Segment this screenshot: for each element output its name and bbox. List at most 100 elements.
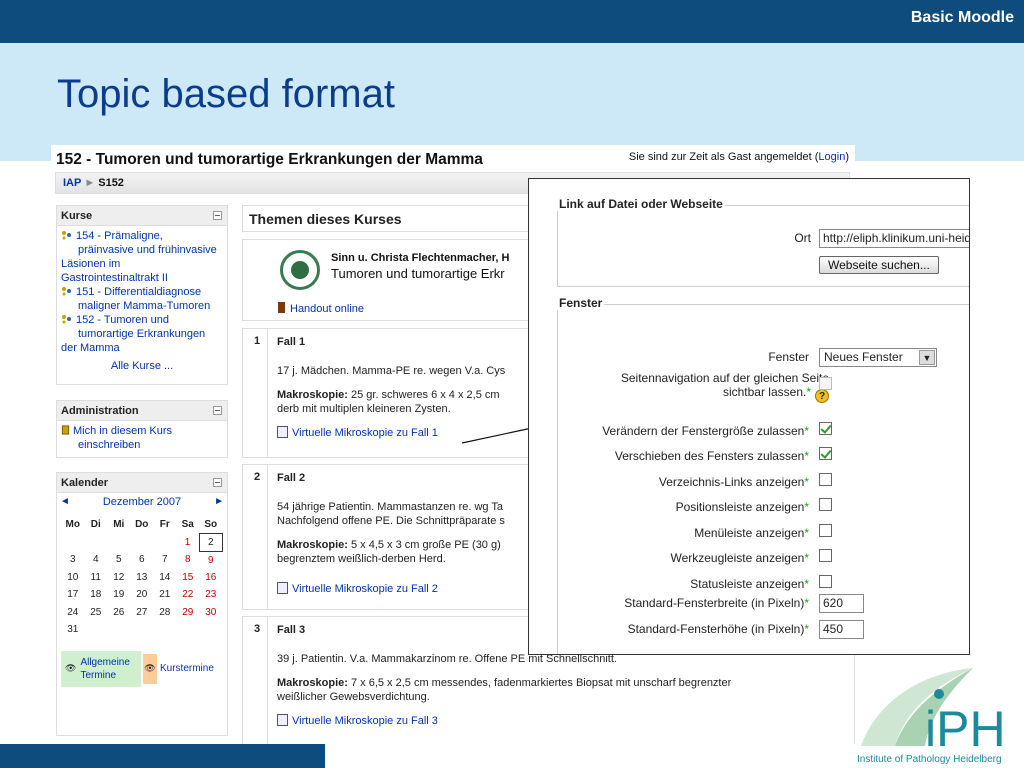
logo-subtitle: Institute of Pathology Heidelberg xyxy=(857,754,1002,765)
calendar-grid: Mo Di Mi Do Fr Sa So 1 2 3 4 5 6 7 8 9 10 11 12 13 14 15 16 17… xyxy=(61,516,223,639)
calendar-day[interactable]: 11 xyxy=(84,569,107,587)
calendar-empty-cell xyxy=(199,621,222,639)
calendar-empty-cell xyxy=(107,621,130,639)
calendar-day[interactable]: 3 xyxy=(61,551,84,569)
calendar-day[interactable]: 12 xyxy=(107,569,130,587)
calendar-day[interactable]: 1 xyxy=(176,534,199,552)
calendar-day[interactable]: 23 xyxy=(199,586,222,604)
window-option-checkbox[interactable] xyxy=(819,422,832,435)
breadcrumb-iap-link[interactable]: IAP xyxy=(63,177,81,189)
window-option-checkbox[interactable] xyxy=(819,377,832,390)
slide-title: Topic based format xyxy=(57,72,395,116)
calendar-day[interactable]: 24 xyxy=(61,604,84,622)
virtual-microscopy-link-3[interactable]: Virtuelle Mikroskopie zu Fall 3 xyxy=(277,714,845,728)
window-option-checkbox[interactable] xyxy=(819,524,832,537)
login-link[interactable]: Login xyxy=(818,151,845,163)
calendar-day[interactable]: 27 xyxy=(130,604,153,622)
document-icon xyxy=(277,714,288,726)
calendar-day[interactable]: 5 xyxy=(107,551,130,569)
calendar-day[interactable]: 2 xyxy=(198,533,223,552)
course-link-151[interactable]: 151 - Differentialdiagnose maligner Mamm… xyxy=(61,285,223,313)
calendar-day[interactable]: 22 xyxy=(176,586,199,604)
calendar-day[interactable]: 14 xyxy=(153,569,176,587)
weekday-header: So xyxy=(204,519,218,530)
calendar-empty-cell xyxy=(84,621,107,639)
calendar-day[interactable]: 15 xyxy=(176,569,199,587)
all-courses-link[interactable]: Alle Kurse ... xyxy=(111,360,173,372)
calendar-empty-cell xyxy=(61,534,84,552)
calendar-day[interactable]: 25 xyxy=(84,604,107,622)
resource-settings-popup: Link auf Datei oder Webseite Ort http://… xyxy=(528,178,970,655)
location-label: Ort xyxy=(794,231,811,245)
collapse-icon[interactable] xyxy=(213,406,222,415)
document-icon xyxy=(277,426,288,438)
width-label: Standard-Fensterbreite (in Pixeln) xyxy=(624,596,805,610)
help-icon[interactable]: ? xyxy=(815,389,829,403)
window-option-checkbox[interactable] xyxy=(819,447,832,460)
logo-text: iPH xyxy=(925,701,1006,757)
calendar-day[interactable]: 19 xyxy=(107,586,130,604)
weekday-header: Sa xyxy=(181,519,194,531)
collapse-icon[interactable] xyxy=(213,211,222,220)
book-icon xyxy=(278,302,285,313)
calendar-day[interactable]: 20 xyxy=(130,586,153,604)
calendar-day[interactable]: 7 xyxy=(153,551,176,569)
calendar-day[interactable]: 13 xyxy=(130,569,153,587)
calendar-day[interactable]: 6 xyxy=(130,551,153,569)
window-option-row: Verschieben des Fensters zulassen* xyxy=(529,445,969,467)
calendar-empty-cell xyxy=(153,534,176,552)
window-option-checkbox[interactable] xyxy=(819,575,832,588)
window-option-checkbox[interactable] xyxy=(819,549,832,562)
width-input[interactable]: 620 xyxy=(819,594,864,613)
calendar-month-link[interactable]: Dezember 2007 xyxy=(57,496,227,508)
calendar-day[interactable]: 26 xyxy=(107,604,130,622)
calendar-day[interactable]: 16 xyxy=(199,569,222,587)
legend-course-events[interactable]: 👁 Kurstermine xyxy=(141,650,221,687)
calendar-day[interactable]: 29 xyxy=(176,604,199,622)
handout-link[interactable]: Handout online xyxy=(278,302,364,315)
window-select[interactable]: Neues Fenster ▼ xyxy=(819,348,937,367)
height-input[interactable]: 450 xyxy=(819,620,864,639)
calendar-empty-cell xyxy=(84,534,107,552)
window-option-checkbox[interactable] xyxy=(819,498,832,511)
iph-logo: iPH Institute of Pathology Heidelberg xyxy=(857,668,1006,765)
window-option-row: Positionsleiste anzeigen* xyxy=(529,496,969,518)
window-option-label: Verändern der Fenstergröße zulassen* xyxy=(602,424,809,438)
calendar-day[interactable]: 31 xyxy=(61,621,84,639)
breadcrumb-separator: ► xyxy=(84,177,96,189)
calendar-day[interactable]: 30 xyxy=(199,604,222,622)
window-legend: Fenster xyxy=(557,296,605,310)
calendar-empty-cell xyxy=(130,534,153,552)
enrol-link[interactable]: Mich in diesem Kurs einschreiben xyxy=(61,424,223,452)
calendar-day[interactable]: 28 xyxy=(153,604,176,622)
calendar-empty-cell xyxy=(176,621,199,639)
legend-general-events[interactable]: 👁 Allgemeine Termine xyxy=(61,650,141,687)
weekday-header: Do xyxy=(135,519,149,531)
window-option-label: Verzeichnis-Links anzeigen* xyxy=(658,475,809,489)
calendar-next-month-icon[interactable]: ► xyxy=(214,496,224,507)
eye-icon: 👁 xyxy=(144,663,156,673)
link-legend: Link auf Datei oder Webseite xyxy=(557,197,725,211)
login-info: Sie sind zur Zeit als Gast angemeldet (L… xyxy=(628,151,849,163)
courses-block: Kurse 154 - Prämaligne, präinvasive und … xyxy=(56,205,228,385)
calendar-day[interactable]: 9 xyxy=(199,551,222,569)
window-option-label: Seitennavigation auf der gleichen Seite s… xyxy=(620,371,829,403)
window-option-label: Verschieben des Fensters zulassen* xyxy=(614,449,809,463)
window-option-checkbox[interactable] xyxy=(819,473,832,486)
calendar-day[interactable]: 10 xyxy=(61,569,84,587)
calendar-day[interactable]: 17 xyxy=(61,586,84,604)
calendar-day[interactable]: 21 xyxy=(153,586,176,604)
window-label: Fenster xyxy=(768,350,809,364)
collapse-icon[interactable] xyxy=(213,478,222,487)
course-link-154[interactable]: 154 - Prämaligne, präinvasive und frühin… xyxy=(61,229,223,285)
search-website-button[interactable]: Webseite suchen... xyxy=(819,256,939,274)
course-link-152[interactable]: 152 - Tumoren und tumorartige Erkrankung… xyxy=(61,313,223,355)
window-option-label: Menüleiste anzeigen* xyxy=(694,526,809,540)
enrol-icon xyxy=(61,425,70,435)
calendar-day[interactable]: 8 xyxy=(176,551,199,569)
calendar-day[interactable]: 18 xyxy=(84,586,107,604)
calendar-day[interactable]: 4 xyxy=(84,551,107,569)
location-input[interactable]: http://eliph.klinikum.uni-heide xyxy=(819,229,969,248)
window-option-label: Werkzeugleiste anzeigen* xyxy=(670,551,809,565)
calendar-empty-cell xyxy=(130,621,153,639)
